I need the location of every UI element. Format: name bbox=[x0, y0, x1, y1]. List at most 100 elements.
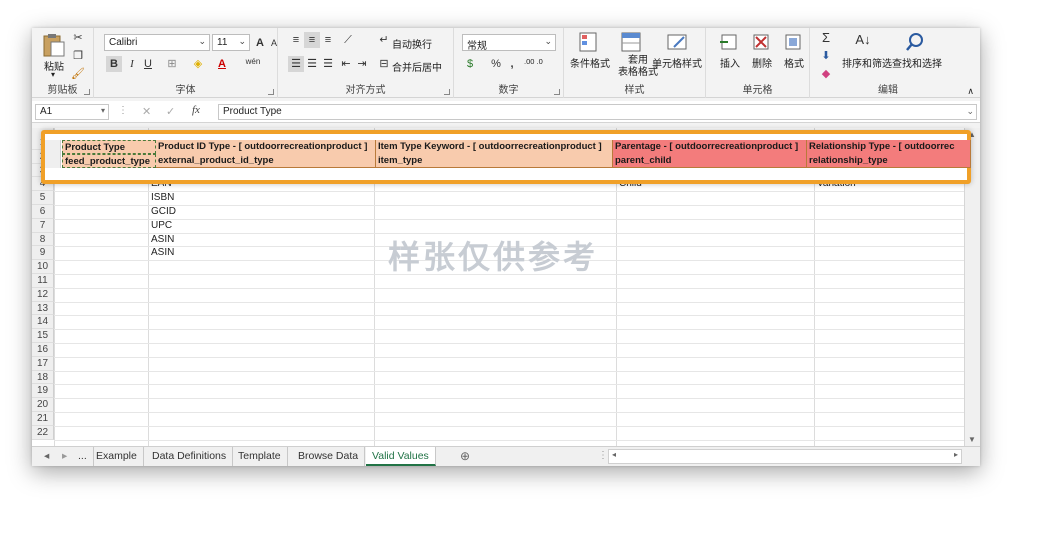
wrap-text-button[interactable]: 自动换行 bbox=[392, 36, 432, 51]
name-box[interactable]: A1 ▾ bbox=[35, 104, 109, 120]
font-launcher-icon[interactable] bbox=[268, 89, 274, 95]
horizontal-scrollbar[interactable]: ◂ ▸ bbox=[608, 449, 962, 464]
cancel-icon[interactable]: ✕ bbox=[142, 105, 151, 118]
sheet-tab[interactable]: Template bbox=[232, 447, 288, 466]
scroll-tabs-left-icon[interactable]: ◂ bbox=[38, 447, 55, 466]
fill-icon[interactable]: ⬇ bbox=[818, 48, 834, 64]
row-header[interactable]: 21 bbox=[32, 412, 54, 426]
header-cell[interactable]: Product Type bbox=[62, 140, 156, 154]
row-header[interactable]: 6 bbox=[32, 205, 54, 219]
header-cell[interactable]: Relationship Type - [ outdoorrec bbox=[807, 140, 971, 154]
row-header[interactable]: 19 bbox=[32, 384, 54, 399]
sort-filter-button[interactable]: 排序和筛选 bbox=[842, 55, 892, 70]
header-cell[interactable]: relationship_type bbox=[807, 154, 971, 168]
sheet-tab[interactable]: Browse Data bbox=[292, 447, 366, 466]
header-cell[interactable]: item_type bbox=[376, 154, 613, 168]
percent-button[interactable]: % bbox=[488, 56, 504, 72]
tab-split-handle[interactable]: ⋮ bbox=[598, 450, 608, 461]
format-as-table-icon[interactable] bbox=[620, 31, 642, 53]
fill-color-icon[interactable]: ◈ bbox=[190, 56, 206, 72]
sheet-tab[interactable]: Valid Values bbox=[366, 447, 436, 466]
cell-styles-button[interactable]: 单元格样式 bbox=[652, 55, 702, 70]
scroll-right-icon[interactable]: ▸ bbox=[954, 450, 958, 459]
table-cell[interactable]: ASIN bbox=[149, 246, 373, 260]
align-bottom-icon[interactable]: ≡ bbox=[320, 32, 336, 48]
sheet-tab[interactable]: Example bbox=[90, 447, 144, 466]
table-cell[interactable]: GCID bbox=[149, 205, 373, 219]
row-header[interactable]: 20 bbox=[32, 398, 54, 412]
enter-icon[interactable]: ✓ bbox=[166, 105, 175, 118]
align-center-icon[interactable]: ☰ bbox=[304, 56, 320, 72]
row-header[interactable]: 8 bbox=[32, 232, 54, 247]
align-middle-icon[interactable]: ≡ bbox=[304, 32, 320, 48]
underline-button[interactable]: U bbox=[140, 56, 156, 72]
header-cell[interactable]: Item Type Keyword - [ outdoorrecreationp… bbox=[376, 140, 613, 154]
comma-style-button[interactable]: , bbox=[504, 56, 520, 72]
merge-center-icon[interactable]: ⊟ bbox=[376, 56, 392, 72]
row-header[interactable]: 15 bbox=[32, 329, 54, 343]
table-cell[interactable]: ASIN bbox=[149, 233, 373, 247]
decimal-buttons[interactable]: .00 .0 bbox=[524, 58, 560, 66]
row-header[interactable]: 22 bbox=[32, 425, 54, 440]
autosum-button[interactable]: Σ bbox=[818, 30, 834, 46]
paste-icon[interactable] bbox=[42, 32, 66, 58]
insert-cells-icon[interactable] bbox=[718, 31, 740, 53]
conditional-format-icon[interactable] bbox=[578, 31, 600, 53]
scroll-left-icon[interactable]: ◂ bbox=[612, 450, 616, 459]
clear-icon[interactable]: ◆ bbox=[818, 66, 834, 82]
search-icon[interactable] bbox=[904, 31, 926, 53]
italic-button[interactable]: I bbox=[124, 56, 140, 72]
format-button[interactable]: 格式 bbox=[784, 55, 804, 70]
bold-button[interactable]: B bbox=[106, 56, 122, 72]
format-cells-icon[interactable] bbox=[782, 31, 804, 53]
font-name-select[interactable]: Calibri ⌄ bbox=[104, 34, 210, 51]
copy-icon[interactable]: ❐ bbox=[70, 48, 86, 64]
header-cell[interactable]: external_product_id_type bbox=[156, 154, 376, 168]
scroll-down-icon[interactable]: ▼ bbox=[968, 435, 976, 444]
header-cell[interactable]: parent_child bbox=[613, 154, 807, 168]
merge-center-button[interactable]: 合并后居中 bbox=[392, 59, 442, 74]
row-header[interactable]: 9 bbox=[32, 246, 54, 261]
row-header[interactable]: 11 bbox=[32, 274, 54, 288]
font-color-icon[interactable]: A bbox=[214, 56, 230, 72]
row-header[interactable]: 7 bbox=[32, 218, 54, 233]
border-icon[interactable]: ⊞ bbox=[164, 56, 180, 72]
number-launcher-icon[interactable] bbox=[554, 89, 560, 95]
orientation-icon[interactable]: ⟋ bbox=[340, 32, 356, 48]
collapse-ribbon-icon[interactable]: ∧ bbox=[967, 86, 974, 97]
accounting-format-icon[interactable]: $ bbox=[462, 56, 478, 72]
row-header[interactable]: 5 bbox=[32, 191, 54, 205]
align-left-icon[interactable]: ☰ bbox=[288, 56, 304, 72]
paste-dropdown-icon[interactable]: ▾ bbox=[51, 70, 55, 79]
table-cell[interactable]: UPC bbox=[149, 219, 373, 233]
expand-formula-icon[interactable]: ⌄ bbox=[966, 106, 974, 117]
insert-function-button[interactable]: fx bbox=[192, 104, 200, 116]
row-header[interactable]: 16 bbox=[32, 343, 54, 357]
add-sheet-button[interactable]: ⊕ bbox=[454, 447, 476, 466]
row-header[interactable]: 13 bbox=[32, 301, 54, 316]
scroll-tabs-right-icon[interactable]: ▸ bbox=[56, 447, 73, 466]
sheet-tab[interactable]: Data Definitions bbox=[146, 447, 234, 466]
phonetic-button[interactable]: wén bbox=[242, 54, 264, 70]
font-size-select[interactable]: 11 ⌄ bbox=[212, 34, 250, 51]
header-cell[interactable]: Product ID Type - [ outdoorrecreationpro… bbox=[156, 140, 376, 154]
decrease-indent-icon[interactable]: ⇤ bbox=[338, 56, 354, 72]
row-header[interactable]: 14 bbox=[32, 315, 54, 330]
align-right-icon[interactable]: ☰ bbox=[320, 56, 336, 72]
row-header[interactable]: 18 bbox=[32, 370, 54, 385]
cell-styles-icon[interactable] bbox=[666, 31, 688, 53]
row-header[interactable]: 10 bbox=[32, 260, 54, 274]
cut-icon[interactable]: ✂ bbox=[70, 30, 86, 46]
table-cell[interactable]: ISBN bbox=[149, 191, 373, 205]
format-painter-icon[interactable]: 🖌 bbox=[70, 66, 86, 82]
row-header[interactable]: 17 bbox=[32, 356, 54, 371]
conditional-format-button[interactable]: 条件格式 bbox=[570, 55, 610, 70]
row-header[interactable]: 12 bbox=[32, 287, 54, 302]
number-format-select[interactable]: 常规 ⌄ bbox=[462, 34, 556, 52]
align-top-icon[interactable]: ≡ bbox=[288, 32, 304, 48]
row-header[interactable] bbox=[45, 140, 61, 168]
alignment-launcher-icon[interactable] bbox=[444, 89, 450, 95]
insert-button[interactable]: 插入 bbox=[720, 55, 740, 70]
wrap-text-icon[interactable]: ↵ bbox=[376, 32, 392, 48]
increase-indent-icon[interactable]: ⇥ bbox=[354, 56, 370, 72]
